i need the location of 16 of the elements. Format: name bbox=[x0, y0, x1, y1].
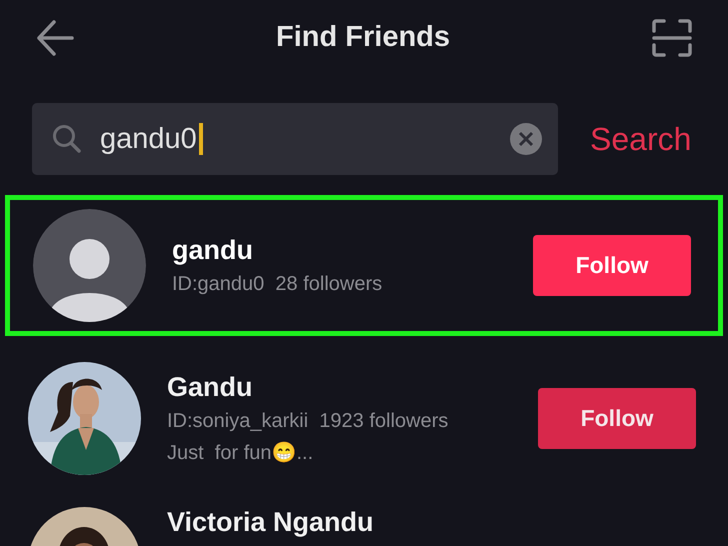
follow-button[interactable]: Follow bbox=[533, 235, 691, 296]
user-name: Gandu bbox=[167, 372, 254, 403]
user-name: Victoria Ngandu bbox=[167, 507, 375, 538]
search-icon bbox=[52, 124, 82, 154]
avatar-icon bbox=[33, 209, 146, 322]
scan-icon[interactable] bbox=[652, 18, 692, 56]
clear-icon[interactable] bbox=[510, 123, 542, 155]
search-button[interactable]: Search bbox=[590, 120, 692, 158]
back-icon[interactable] bbox=[36, 20, 74, 56]
user-stats: ID:gandu0 28 followers bbox=[172, 273, 384, 296]
user-bio: Just for fun😁... bbox=[167, 440, 314, 465]
follow-button[interactable]: Follow bbox=[538, 388, 696, 449]
search-field[interactable]: gandu0 bbox=[32, 103, 558, 175]
user-name: gandu bbox=[172, 235, 254, 266]
user-stats: ID:soniya_karkii 1923 followers bbox=[167, 410, 450, 433]
page-title: Find Friends bbox=[276, 21, 450, 54]
